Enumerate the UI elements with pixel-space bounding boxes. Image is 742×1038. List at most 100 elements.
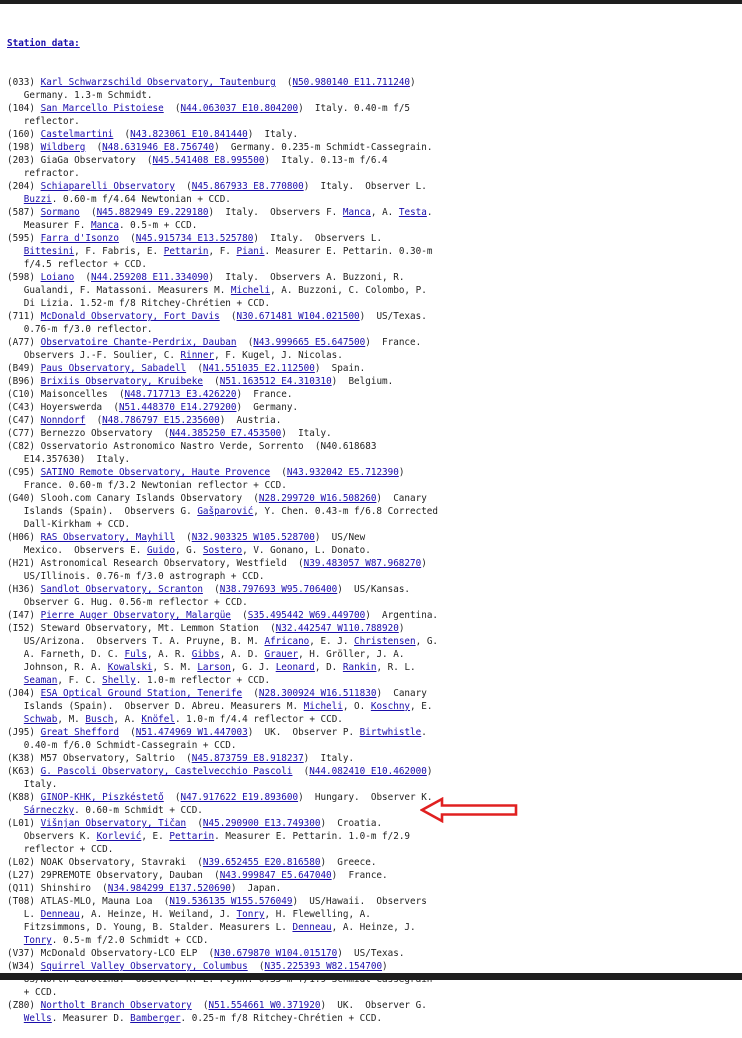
- station-link[interactable]: Seaman: [24, 675, 58, 686]
- station-link[interactable]: N51.474969 W1.447003: [136, 727, 248, 738]
- station-link[interactable]: N39.483057 W87.968270: [304, 558, 422, 569]
- station-link[interactable]: Squirrel Valley Observatory, Columbus: [41, 961, 248, 972]
- station-link[interactable]: Fuls: [125, 649, 147, 660]
- station-link[interactable]: Tonry: [24, 935, 52, 946]
- station-link[interactable]: N44.063037 E10.804200: [181, 103, 299, 114]
- station-link[interactable]: Testa: [399, 207, 427, 218]
- station-link[interactable]: Karl Schwarzschild Observatory, Tautenbu…: [41, 77, 276, 88]
- station-data-header-link[interactable]: Station data:: [7, 37, 739, 50]
- station-link[interactable]: GINOP-KHK, Piszkéstető: [41, 792, 164, 803]
- station-link[interactable]: Brixiis Observatory, Kruibeke: [41, 376, 203, 387]
- station-link[interactable]: N34.984299 E137.520690: [108, 883, 231, 894]
- station-link[interactable]: G. Pascoli Observatory, Castelvecchio Pa…: [41, 766, 293, 777]
- station-link[interactable]: N32.903325 W105.528700: [192, 532, 315, 543]
- station-link[interactable]: Schiaparelli Observatory: [41, 181, 175, 192]
- station-link[interactable]: Sárneczky: [24, 805, 74, 816]
- station-link[interactable]: Višnjan Observatory, Tičan: [41, 818, 187, 829]
- station-link[interactable]: Castelmartini: [41, 129, 114, 140]
- station-link[interactable]: Great Shefford: [41, 727, 119, 738]
- station-link[interactable]: Koschny: [371, 701, 410, 712]
- station-link[interactable]: Birtwhistle: [360, 727, 422, 738]
- station-link[interactable]: Larson: [197, 662, 231, 673]
- station-link[interactable]: N32.442547 W110.788920: [276, 623, 399, 634]
- station-link[interactable]: SATINO Remote Observatory, Haute Provenc…: [41, 467, 271, 478]
- station-link[interactable]: Rankin: [343, 662, 377, 673]
- station-link[interactable]: Manca: [343, 207, 371, 218]
- station-link[interactable]: Pettarin: [169, 831, 214, 842]
- station-link[interactable]: Rinner: [181, 350, 215, 361]
- station-link[interactable]: Manca: [91, 220, 119, 231]
- station-link[interactable]: N28.299720 W16.508260: [259, 493, 377, 504]
- station-link[interactable]: N51.448370 E14.279200: [119, 402, 237, 413]
- station-link[interactable]: N44.082410 E10.462000: [309, 766, 427, 777]
- station-link[interactable]: McDonald Observatory, Fort Davis: [41, 311, 220, 322]
- station-link[interactable]: N35.225393 W82.154700: [265, 961, 383, 972]
- station-link[interactable]: Loiano: [41, 272, 75, 283]
- station-link[interactable]: Shelly: [102, 675, 136, 686]
- station-link[interactable]: N45.867933 E8.770800: [192, 181, 304, 192]
- station-link[interactable]: Kowalski: [108, 662, 153, 673]
- station-link[interactable]: Wells: [24, 1013, 52, 1024]
- station-link[interactable]: N30.671481 W104.021500: [237, 311, 360, 322]
- station-link[interactable]: N44.259208 E11.334090: [91, 272, 209, 283]
- station-link[interactable]: N48.786797 E15.235600: [102, 415, 220, 426]
- station-link[interactable]: Sandlot Observatory, Scranton: [41, 584, 203, 595]
- station-link[interactable]: Piani: [237, 246, 265, 257]
- station-link[interactable]: N45.873759 E8.918237: [192, 753, 304, 764]
- station-link[interactable]: Nonndorf: [41, 415, 86, 426]
- station-link[interactable]: S35.495442 W69.449700: [248, 610, 366, 621]
- station-link[interactable]: Africano: [264, 636, 309, 647]
- station-link[interactable]: N51.163512 E4.310310: [220, 376, 332, 387]
- station-link[interactable]: N43.823061 E10.841440: [130, 129, 248, 140]
- station-link[interactable]: N39.652455 E20.816580: [203, 857, 321, 868]
- station-link[interactable]: N38.797693 W95.706400: [220, 584, 338, 595]
- station-link[interactable]: Knöfel: [141, 714, 175, 725]
- station-link[interactable]: Micheli: [304, 701, 343, 712]
- station-link[interactable]: Gašparović: [197, 506, 253, 517]
- station-link[interactable]: Bittesini: [24, 246, 74, 257]
- station-link[interactable]: Christensen: [354, 636, 416, 647]
- station-link[interactable]: N50.980140 E11.711240: [292, 77, 410, 88]
- station-link[interactable]: Busch: [85, 714, 113, 725]
- station-link[interactable]: N43.999665 E5.647500: [253, 337, 365, 348]
- station-link[interactable]: N43.999847 E5.647040: [220, 870, 332, 881]
- station-link[interactable]: Wildberg: [41, 142, 86, 153]
- station-link[interactable]: Farra d'Isonzo: [41, 233, 119, 244]
- station-link[interactable]: Korlević: [97, 831, 142, 842]
- station-link[interactable]: Paus Observatory, Sabadell: [41, 363, 187, 374]
- station-link[interactable]: Bamberger: [130, 1013, 180, 1024]
- station-link[interactable]: Leonard: [276, 662, 315, 673]
- station-link[interactable]: Observatoire Chante-Perdrix, Dauban: [41, 337, 237, 348]
- station-link[interactable]: San Marcello Pistoiese: [41, 103, 164, 114]
- station-link[interactable]: N41.551035 E2.112500: [203, 363, 315, 374]
- station-link[interactable]: N51.554661 W0.371920: [209, 1000, 321, 1011]
- station-link[interactable]: Sostero: [203, 545, 242, 556]
- station-link[interactable]: RAS Observatory, Mayhill: [41, 532, 175, 543]
- station-link[interactable]: Schwab: [24, 714, 58, 725]
- station-link[interactable]: Pierre Auger Observatory, Malargüe: [41, 610, 231, 621]
- station-link[interactable]: N30.679870 W104.015170: [214, 948, 337, 959]
- station-link[interactable]: Grauer: [265, 649, 299, 660]
- station-link[interactable]: N28.300924 W16.511830: [259, 688, 377, 699]
- station-link[interactable]: N45.882949 E9.229180: [97, 207, 209, 218]
- station-link[interactable]: Gibbs: [192, 649, 220, 660]
- station-link[interactable]: N45.290900 E13.749300: [203, 818, 321, 829]
- station-link[interactable]: Denneau: [292, 922, 331, 933]
- station-link[interactable]: N45.541408 E8.995500: [153, 155, 265, 166]
- station-link[interactable]: N43.932042 E5.712390: [287, 467, 399, 478]
- station-link[interactable]: Guido: [147, 545, 175, 556]
- station-link[interactable]: Northolt Branch Observatory: [41, 1000, 192, 1011]
- station-link[interactable]: Sormano: [41, 207, 80, 218]
- station-link[interactable]: N45.915734 E13.525780: [136, 233, 254, 244]
- station-link[interactable]: ESA Optical Ground Station, Tenerife: [41, 688, 243, 699]
- station-link[interactable]: Buzzi: [24, 194, 52, 205]
- station-link[interactable]: N48.717713 E3.426220: [125, 389, 237, 400]
- station-link[interactable]: N48.631946 E8.756740: [102, 142, 214, 153]
- station-link[interactable]: Denneau: [41, 909, 80, 920]
- station-link[interactable]: Micheli: [231, 285, 270, 296]
- station-link[interactable]: Pettarin: [164, 246, 209, 257]
- station-link[interactable]: N19.536135 W155.576049: [169, 896, 292, 907]
- station-link[interactable]: N47.917622 E19.893600: [181, 792, 299, 803]
- station-link[interactable]: Tonry: [237, 909, 265, 920]
- station-link[interactable]: N44.385250 E7.453500: [169, 428, 281, 439]
